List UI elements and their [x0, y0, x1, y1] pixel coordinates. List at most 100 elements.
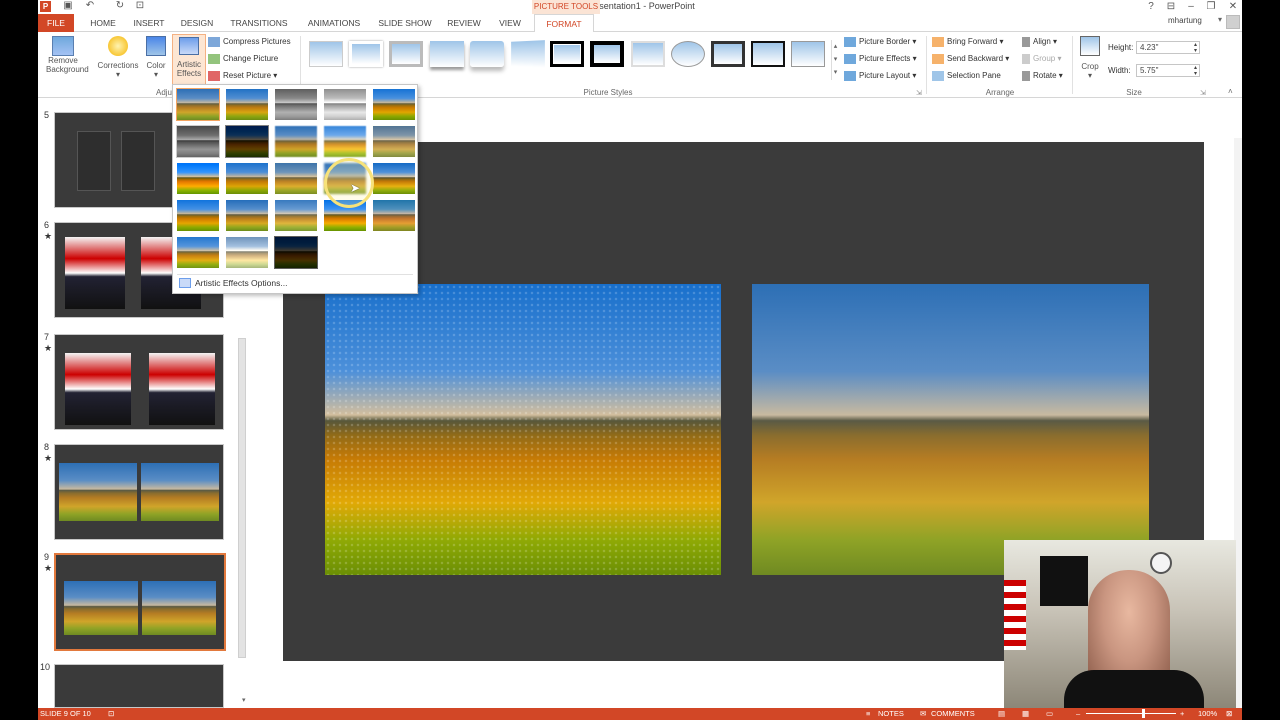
picture-effects-button[interactable]: Picture Effects ▾: [844, 54, 917, 64]
artistic-effect-thumb[interactable]: [323, 88, 367, 121]
artistic-effect-thumb[interactable]: [225, 199, 269, 232]
artistic-effect-thumb[interactable]: [225, 162, 269, 195]
artistic-effect-thumb[interactable]: [323, 125, 367, 158]
dialog-launcher-icon[interactable]: ⇲: [1200, 89, 1206, 97]
picture-style-thumb[interactable]: [511, 40, 545, 68]
gallery-scroll[interactable]: ▴ ▾ ▾: [831, 40, 839, 80]
selection-pane-button[interactable]: Selection Pane: [932, 71, 1001, 81]
normal-view-icon[interactable]: ▤: [998, 708, 1005, 720]
group-button[interactable]: Group ▾: [1022, 54, 1061, 64]
zoom-level[interactable]: 100%: [1198, 708, 1217, 720]
picture-mosaic-effect[interactable]: [325, 284, 721, 575]
tab-file[interactable]: FILE: [38, 14, 74, 32]
slide-thumbnail-7[interactable]: [54, 334, 224, 430]
artistic-effect-thumb[interactable]: [372, 162, 416, 195]
artistic-effect-thumb[interactable]: [176, 125, 220, 158]
send-backward-button[interactable]: Send Backward ▾: [932, 54, 1009, 64]
spell-check-icon[interactable]: ⊡: [108, 708, 114, 720]
height-field[interactable]: 4.23" ▴ ▾: [1136, 41, 1200, 54]
remove-background-button[interactable]: Remove Background: [46, 36, 89, 74]
artistic-effect-thumb[interactable]: [176, 236, 220, 269]
picture-style-thumb[interactable]: [430, 41, 464, 67]
reading-view-icon[interactable]: ▭: [1046, 708, 1053, 720]
avatar[interactable]: [1226, 15, 1240, 29]
reset-picture-button[interactable]: Reset Picture ▾: [208, 71, 277, 81]
ribbon-display-options-icon[interactable]: ⊟: [1162, 0, 1180, 13]
compress-pictures-button[interactable]: Compress Pictures: [208, 37, 291, 47]
crop-button[interactable]: Crop ▾: [1078, 36, 1102, 80]
artistic-effect-thumb[interactable]: [372, 88, 416, 121]
tab-transitions[interactable]: TRANSITIONS: [226, 14, 292, 32]
tab-design[interactable]: DESIGN: [176, 14, 218, 32]
artistic-effect-thumb[interactable]: [372, 125, 416, 158]
change-picture-button[interactable]: Change Picture: [208, 54, 278, 64]
user-dropdown-icon[interactable]: ▾: [1218, 15, 1224, 24]
notes-icon[interactable]: ≡: [866, 708, 870, 720]
picture-original[interactable]: [752, 284, 1149, 575]
tab-view[interactable]: VIEW: [492, 14, 528, 32]
artistic-effect-thumb[interactable]: [274, 125, 318, 158]
artistic-effect-thumb[interactable]: [176, 199, 220, 232]
zoom-out-icon[interactable]: –: [1076, 708, 1080, 720]
comments-icon[interactable]: ✉: [920, 708, 926, 720]
zoom-slider-thumb[interactable]: [1142, 709, 1145, 718]
minimize-button[interactable]: –: [1182, 0, 1200, 13]
tab-review[interactable]: REVIEW: [442, 14, 486, 32]
tab-insert[interactable]: INSERT: [128, 14, 170, 32]
close-button[interactable]: ✕: [1224, 0, 1242, 13]
artistic-effect-thumb[interactable]: [176, 88, 220, 121]
thumbnail-scrollbar[interactable]: [238, 338, 246, 658]
zoom-slider[interactable]: [1086, 713, 1176, 714]
help-button[interactable]: ?: [1142, 0, 1160, 13]
artistic-effect-thumb[interactable]: [176, 162, 220, 195]
fit-slide-icon[interactable]: ⊠: [1226, 708, 1232, 720]
picture-style-thumb[interactable]: [550, 41, 584, 67]
slide-thumbnail-8[interactable]: [54, 444, 224, 540]
picture-style-thumb[interactable]: [590, 41, 624, 67]
artistic-effect-thumb[interactable]: [274, 236, 318, 269]
slide-thumbnail-9[interactable]: [54, 553, 226, 651]
dialog-launcher-icon[interactable]: ⇲: [916, 89, 922, 97]
tab-animations[interactable]: ANIMATIONS: [302, 14, 366, 32]
artistic-effect-thumb[interactable]: [225, 88, 269, 121]
artistic-effects-button[interactable]: Artistic Effects: [172, 34, 206, 86]
picture-style-thumb[interactable]: [671, 41, 705, 67]
artistic-effect-thumb[interactable]: [372, 199, 416, 232]
spinner-icon[interactable]: ▴ ▾: [1194, 65, 1197, 77]
picture-layout-button[interactable]: Picture Layout ▾: [844, 71, 916, 81]
rotate-button[interactable]: Rotate ▾: [1022, 71, 1063, 81]
comments-button[interactable]: COMMENTS: [931, 708, 975, 720]
width-field[interactable]: 5.75" ▴ ▾: [1136, 64, 1200, 77]
tab-home[interactable]: HOME: [82, 14, 124, 32]
picture-style-thumb[interactable]: [349, 41, 383, 67]
picture-style-thumb[interactable]: [470, 41, 504, 67]
artistic-effect-thumb[interactable]: [274, 162, 318, 195]
zoom-in-icon[interactable]: +: [1180, 708, 1184, 720]
picture-style-thumb[interactable]: [791, 41, 825, 67]
collapse-ribbon-icon[interactable]: ˄: [1228, 87, 1233, 96]
bring-forward-button[interactable]: Bring Forward ▾: [932, 37, 1004, 47]
artistic-effect-thumb[interactable]: [274, 88, 318, 121]
picture-style-thumb[interactable]: [309, 41, 343, 67]
picture-style-thumb[interactable]: [389, 41, 423, 67]
artistic-effect-thumb[interactable]: [225, 236, 269, 269]
artistic-effect-thumb[interactable]: [274, 199, 318, 232]
color-button[interactable]: Color ▾: [144, 36, 168, 79]
spinner-icon[interactable]: ▴ ▾: [1194, 42, 1197, 54]
slide-sorter-icon[interactable]: ▦: [1022, 708, 1029, 720]
picture-style-thumb[interactable]: [631, 41, 665, 67]
picture-border-button[interactable]: Picture Border ▾: [844, 37, 916, 47]
artistic-effect-thumb[interactable]: [225, 125, 269, 158]
tab-format[interactable]: FORMAT: [534, 14, 594, 33]
slide-thumbnail-10[interactable]: [54, 664, 224, 708]
restore-button[interactable]: ❐: [1202, 0, 1220, 13]
picture-style-thumb[interactable]: [711, 41, 745, 67]
align-button[interactable]: Align ▾: [1022, 37, 1057, 47]
corrections-button[interactable]: Corrections ▾: [94, 36, 142, 79]
user-name[interactable]: mhartung: [1168, 16, 1202, 25]
picture-style-thumb[interactable]: [751, 41, 785, 67]
artistic-effects-options-link[interactable]: Artistic Effects Options...: [195, 278, 287, 288]
notes-button[interactable]: NOTES: [878, 708, 904, 720]
scroll-down-icon[interactable]: ▾: [242, 696, 246, 704]
tab-slide-show[interactable]: SLIDE SHOW: [376, 14, 434, 32]
